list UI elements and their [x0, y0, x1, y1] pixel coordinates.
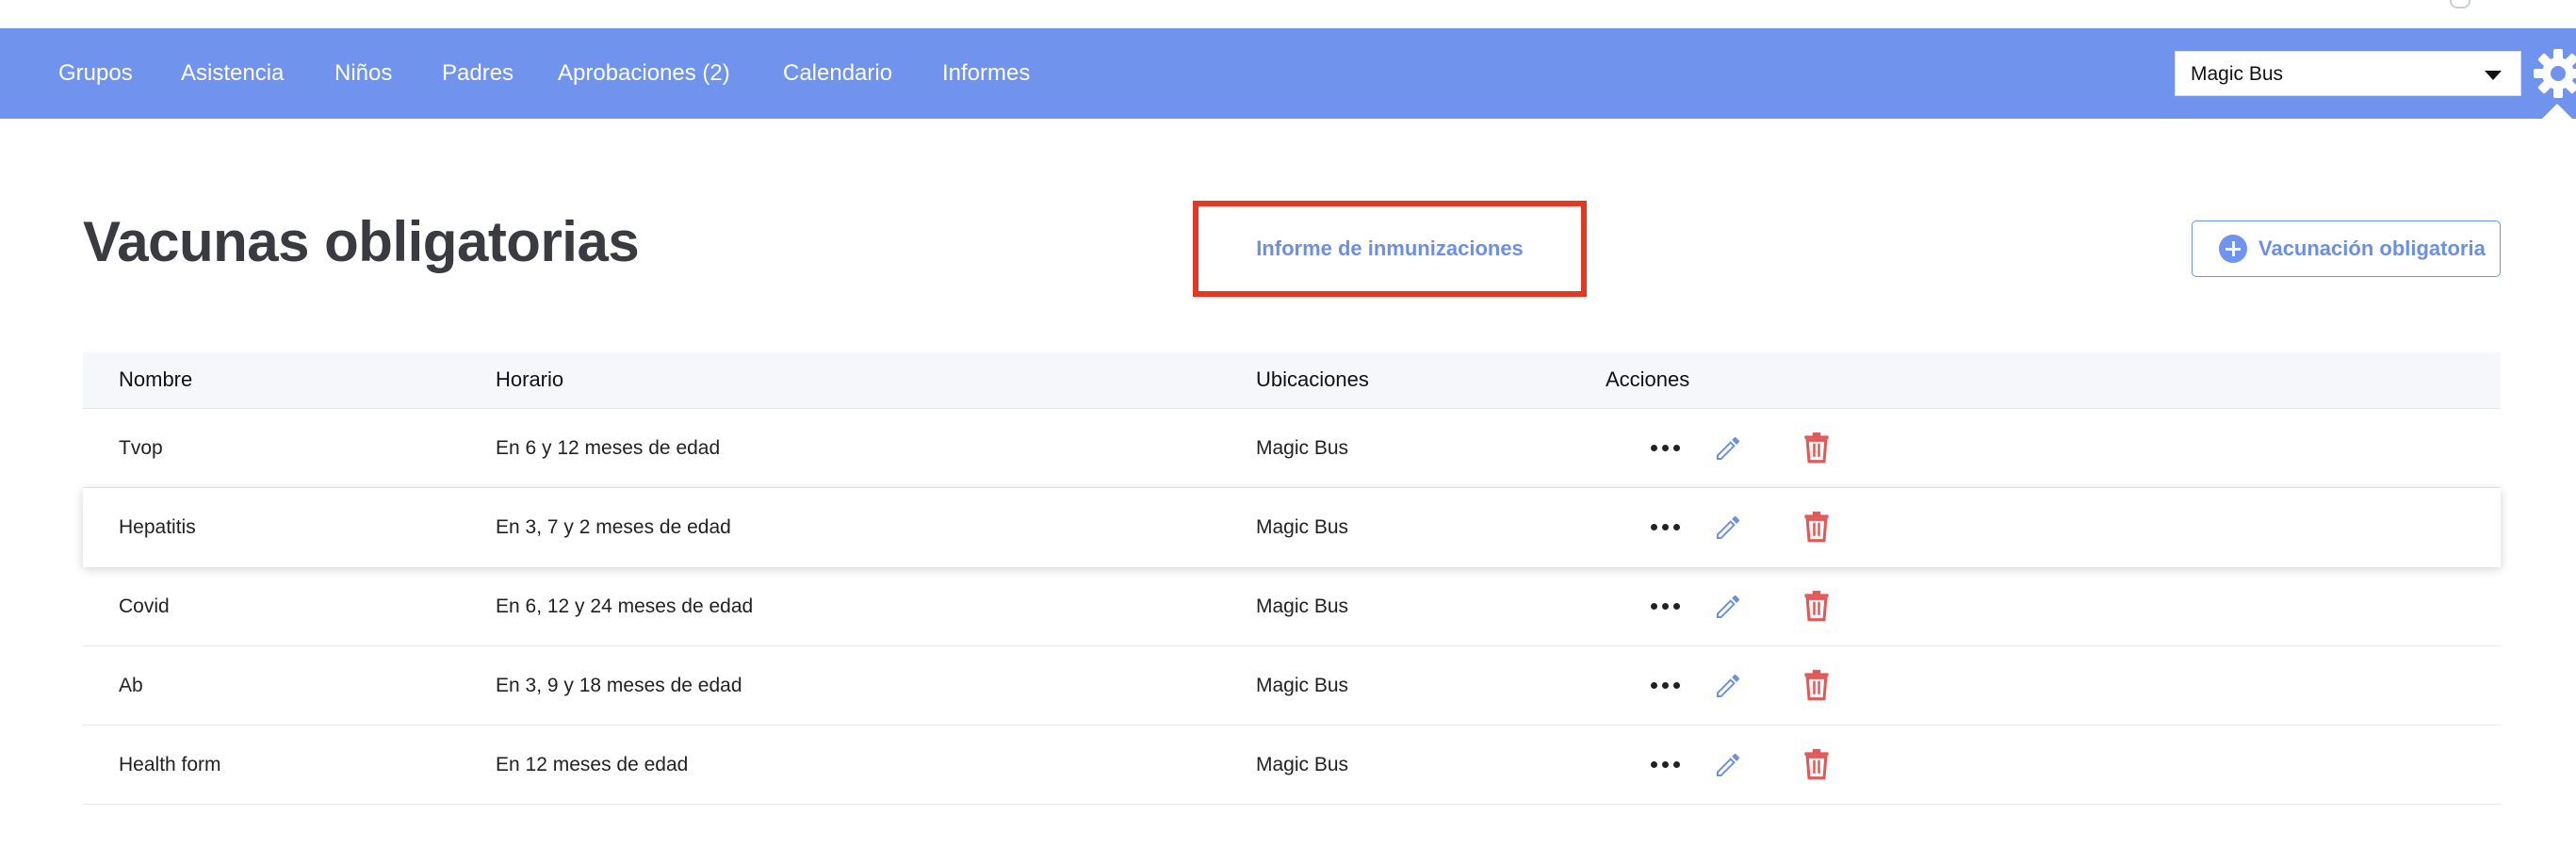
location-select-value: Magic Bus [2191, 63, 2284, 85]
nav-item-informes[interactable]: Informes [942, 57, 1030, 90]
vaccine-schedule: En 3, 7 y 2 meses de edad [496, 516, 731, 538]
vaccine-schedule: En 12 meses de edad [496, 754, 689, 775]
notification-icon[interactable] [2450, 0, 2470, 8]
vaccine-location: Magic Bus [1256, 754, 1349, 775]
vaccine-location: Magic Bus [1256, 437, 1349, 459]
vaccines-table: Nombre Horario Ubicaciones Acciones Tvop… [83, 352, 2501, 805]
table-body: Tvop En 6 y 12 meses de edad Magic Bus H… [83, 409, 2501, 805]
vaccine-schedule: En 6 y 12 meses de edad [496, 437, 721, 459]
trash-icon[interactable] [1803, 748, 1830, 780]
nav-item-ninos[interactable]: Niños [334, 57, 392, 90]
trash-icon[interactable] [1803, 432, 1830, 464]
gear-icon[interactable] [2531, 43, 2576, 104]
trash-icon[interactable] [1803, 511, 1830, 543]
vaccine-name: Covid [119, 595, 170, 617]
edit-pencil-icon[interactable] [1713, 513, 1743, 543]
nav-item-calendario[interactable]: Calendario [783, 57, 892, 90]
edit-pencil-icon[interactable] [1713, 592, 1743, 622]
report-highlight-box: Informe de inmunizaciones [1193, 201, 1587, 297]
nav-item-asistencia[interactable]: Asistencia [181, 57, 284, 90]
table-row[interactable]: Hepatitis En 3, 7 y 2 meses de edad Magi… [83, 488, 2501, 567]
column-header-name[interactable]: Nombre [119, 352, 192, 407]
table-row[interactable]: Ab En 3, 9 y 18 meses de edad Magic Bus [83, 646, 2501, 726]
column-header-schedule[interactable]: Horario [496, 352, 563, 407]
table-header: Nombre Horario Ubicaciones Acciones [83, 352, 2501, 409]
more-icon[interactable] [1651, 599, 1681, 614]
vaccine-schedule: En 6, 12 y 24 meses de edad [496, 595, 754, 617]
vaccine-schedule: En 3, 9 y 18 meses de edad [496, 675, 742, 696]
vaccine-name: Tvop [119, 437, 163, 459]
plus-circle-icon [2219, 235, 2247, 263]
more-icon[interactable] [1651, 441, 1681, 456]
settings-pointer [2542, 104, 2572, 119]
add-mandatory-vaccination-button[interactable]: Vacunación obligatoria [2192, 220, 2501, 277]
more-icon[interactable] [1651, 678, 1681, 693]
vaccine-name: Ab [119, 675, 143, 696]
vaccine-name: Health form [119, 754, 221, 775]
edit-pencil-icon[interactable] [1713, 671, 1743, 701]
more-icon[interactable] [1651, 758, 1681, 773]
nav-item-aprobaciones[interactable]: Aprobaciones (2) [558, 57, 730, 90]
location-select[interactable]: Magic Bus [2175, 51, 2521, 96]
vaccine-location: Magic Bus [1256, 516, 1349, 538]
nav-item-padres[interactable]: Padres [442, 57, 514, 90]
table-row[interactable]: Health form En 12 meses de edad Magic Bu… [83, 726, 2501, 805]
column-header-locations[interactable]: Ubicaciones [1256, 352, 1369, 407]
edit-pencil-icon[interactable] [1713, 750, 1743, 780]
table-row[interactable]: Covid En 6, 12 y 24 meses de edad Magic … [83, 567, 2501, 646]
top-strip [0, 0, 2576, 28]
vaccine-location: Magic Bus [1256, 595, 1349, 617]
edit-pencil-icon[interactable] [1713, 433, 1743, 464]
nav-item-grupos[interactable]: Grupos [58, 57, 133, 90]
vaccine-location: Magic Bus [1256, 675, 1349, 696]
chevron-down-icon [2485, 71, 2502, 80]
add-button-label: Vacunación obligatoria [2258, 236, 2486, 260]
table-row[interactable]: Tvop En 6 y 12 meses de edad Magic Bus [83, 409, 2501, 488]
more-icon[interactable] [1651, 520, 1681, 535]
column-header-actions: Acciones [1606, 367, 1690, 391]
vaccine-name: Hepatitis [119, 516, 196, 538]
page-title: Vacunas obligatorias [83, 210, 640, 273]
immunization-report-link[interactable]: Informe de inmunizaciones [1198, 206, 1581, 291]
trash-icon[interactable] [1803, 590, 1830, 622]
trash-icon[interactable] [1803, 669, 1830, 701]
